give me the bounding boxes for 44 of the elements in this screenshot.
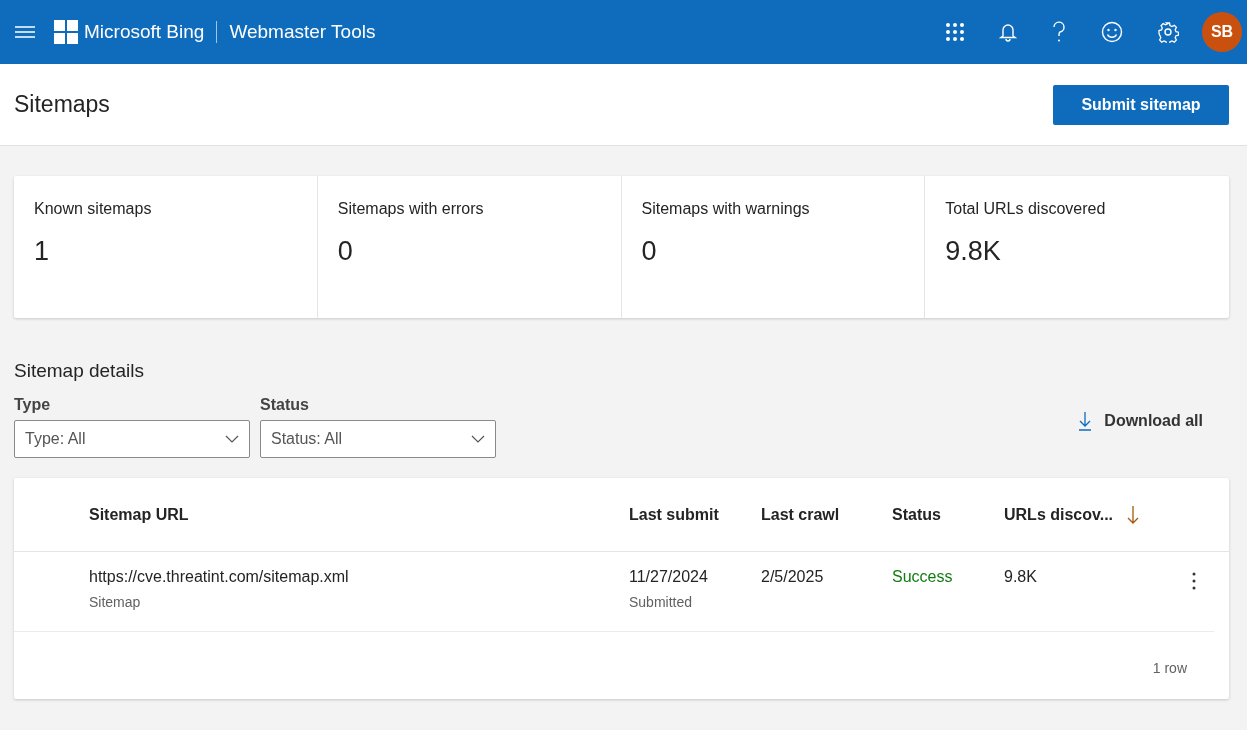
column-header[interactable]: Last crawl (761, 505, 840, 524)
smiley-icon[interactable] (1101, 21, 1123, 43)
status-text: Success (892, 568, 954, 586)
product-name[interactable]: Webmaster Tools (229, 21, 376, 43)
submit-note: Submitted (629, 594, 694, 610)
row-count: 1 row (1152, 660, 1187, 676)
section-title: Sitemap details (14, 360, 145, 382)
settings-icon[interactable] (1157, 21, 1179, 43)
table-cell-text: 2/5/2025 (761, 568, 825, 586)
stat-value: 0 (641, 236, 658, 267)
download-all-button[interactable]: Download all (1072, 410, 1209, 432)
column-header[interactable]: Status (892, 505, 941, 524)
chevron-down-icon (471, 435, 485, 443)
windows-logo-icon (54, 20, 78, 44)
more-options-icon[interactable] (1192, 572, 1196, 590)
table-cell-text: 9.8K (1004, 568, 1038, 586)
stat-value: 0 (337, 236, 354, 267)
stat-value: 1 (34, 236, 51, 267)
column-header[interactable]: URLs discov... (1004, 504, 1140, 525)
stat-label: Sitemaps with warnings (641, 200, 811, 218)
download-icon (1078, 411, 1093, 431)
filter-dropdown[interactable]: Type: All (14, 420, 250, 458)
column-header[interactable]: Sitemap URL (89, 505, 189, 524)
page-title: Sitemaps (14, 91, 110, 118)
stat-value: 9.8K (945, 236, 1002, 267)
column-header[interactable]: Last submit (629, 505, 719, 524)
filter-label: Type (14, 396, 52, 414)
filter-label: Status (260, 396, 310, 414)
stat-label: Total URLs discovered (945, 200, 1107, 218)
table-cell-text: 11/27/2024 (629, 568, 709, 586)
app-launcher-icon[interactable] (945, 22, 965, 42)
sitemap-url-link[interactable]: https://cve.threatint.com/sitemap.xml (89, 568, 629, 586)
user-avatar[interactable]: SB (1202, 12, 1242, 52)
stat-label: Sitemaps with errors (337, 200, 485, 218)
submit-sitemap-button[interactable]: Submit sitemap (1053, 84, 1229, 125)
stat-label: Known sitemaps (34, 200, 153, 218)
sort-descending-icon (1127, 504, 1140, 525)
chevron-down-icon (225, 435, 239, 443)
bell-icon[interactable] (999, 22, 1017, 42)
sitemap-type: Sitemap (89, 594, 142, 610)
filter-dropdown[interactable]: Status: All (260, 420, 496, 458)
menu-icon[interactable] (14, 25, 36, 39)
help-icon[interactable] (1051, 21, 1067, 43)
brand-name[interactable]: Microsoft Bing (84, 21, 205, 43)
